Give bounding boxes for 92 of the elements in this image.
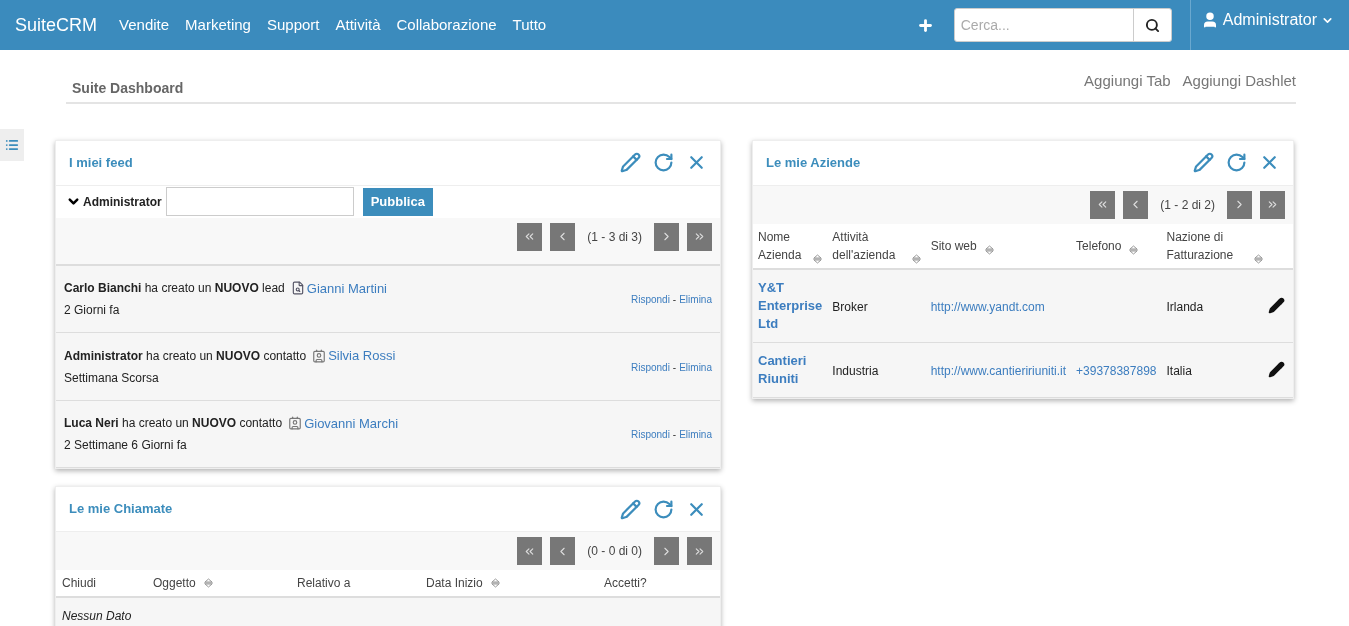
sort-icon[interactable]: [1254, 253, 1263, 264]
dashlet-title: I miei feed: [69, 153, 133, 172]
nav-menu-item[interactable]: Attività: [335, 13, 381, 37]
record-link[interactable]: Silvia Rossi: [328, 346, 396, 366]
sidebar-toggle-button[interactable]: [0, 129, 24, 161]
feed-time: Settimana Scorsa: [64, 369, 160, 387]
sort-icon[interactable]: [813, 253, 823, 264]
column-header[interactable]: Accetti?: [604, 574, 647, 592]
phone-link[interactable]: +39378387898: [1076, 363, 1157, 378]
nav-menu-item[interactable]: Vendite: [119, 13, 170, 37]
website-link[interactable]: http://www.yandt.com: [930, 299, 1045, 314]
table-cell: Broker: [832, 299, 868, 314]
search-input[interactable]: Cerca...: [954, 9, 1133, 41]
dashboard-action-link[interactable]: Aggiungi Dashlet: [1182, 70, 1296, 93]
reply-link[interactable]: Rispondi: [630, 359, 670, 375]
refresh-icon[interactable]: [653, 152, 674, 173]
column-header[interactable]: Chiudi: [62, 574, 97, 592]
previous-page-button[interactable]: [550, 537, 576, 565]
feed-entry-text: Administrator ha creato un NUOVO contatto: [64, 347, 307, 365]
refresh-icon[interactable]: [1226, 152, 1247, 173]
double-chevron-right-icon: [693, 230, 706, 243]
refresh-icon[interactable]: [653, 498, 674, 520]
reply-link[interactable]: Rispondi: [630, 427, 670, 442]
create-icon[interactable]: [916, 16, 934, 34]
pagination-count: (1 - 3 di 3): [586, 228, 643, 246]
dashboard-action-link[interactable]: Aggiungi Tab: [1084, 70, 1171, 93]
sort-icon[interactable]: [490, 578, 500, 588]
record-link[interactable]: Giovanni Marchi: [304, 413, 399, 433]
last-page-button[interactable]: [687, 537, 712, 565]
empty-message: Nessun Dato: [62, 608, 132, 625]
first-page-button[interactable]: [517, 537, 543, 565]
first-page-button[interactable]: [1090, 190, 1116, 219]
record-link[interactable]: Gianni Martini: [306, 278, 387, 298]
column-header[interactable]: Nazione di Fatturazione: [1166, 227, 1246, 264]
last-page-button[interactable]: [1260, 190, 1285, 219]
sort-icon[interactable]: [1129, 244, 1139, 255]
feed-time: 2 Giorni fa: [64, 302, 121, 319]
next-page-button[interactable]: [654, 222, 679, 251]
double-chevron-right-icon: [1266, 198, 1279, 211]
nav-menu-item[interactable]: Support: [266, 13, 320, 37]
column-header[interactable]: Nome Azienda: [758, 227, 806, 264]
link-separator: -: [672, 360, 677, 375]
pagination-count: (0 - 0 di 0): [586, 543, 643, 560]
last-page-button[interactable]: [687, 222, 712, 251]
column-header[interactable]: Telefono: [1076, 236, 1122, 255]
column-header[interactable]: Attività dell'azienda: [832, 227, 904, 264]
lead-icon: [290, 281, 305, 296]
search-field[interactable]: Cerca...: [953, 8, 1172, 42]
list-icon: [5, 138, 19, 152]
account-name-link[interactable]: Cantieri Riuniti: [758, 351, 823, 388]
nav-menu-item[interactable]: Marketing: [185, 13, 251, 37]
post-input-field[interactable]: [165, 187, 354, 216]
previous-page-button[interactable]: [550, 222, 576, 251]
account-name-link[interactable]: Y&T Enterprise Ltd: [758, 278, 823, 333]
dashboard-tab[interactable]: Suite Dashboard: [72, 77, 184, 99]
nav-menu-item[interactable]: Tutto: [512, 13, 547, 37]
link-separator: -: [672, 428, 677, 442]
previous-page-button[interactable]: [1123, 190, 1149, 219]
brand-logo[interactable]: SuiteCRM: [15, 11, 98, 39]
nav-menu-item[interactable]: Collaborazione: [396, 13, 497, 37]
edit-icon[interactable]: [1268, 297, 1285, 314]
reply-link[interactable]: Rispondi: [630, 292, 670, 307]
sort-icon[interactable]: [203, 578, 213, 588]
feed-entry-text: Luca Neri ha creato un NUOVO contatto: [64, 415, 283, 433]
poster-name: Administrator: [83, 193, 162, 211]
edit-icon[interactable]: [1268, 361, 1285, 378]
column-header[interactable]: Relativo a: [297, 574, 351, 592]
dashlet-title: Le mie Aziende: [766, 153, 861, 172]
publish-button[interactable]: Pubblica: [362, 187, 433, 216]
column-header[interactable]: Data Inizio: [426, 574, 483, 592]
first-page-button[interactable]: [517, 222, 543, 251]
sort-icon[interactable]: [911, 253, 921, 264]
pagination-count: (1 - 2 di 2): [1159, 196, 1216, 214]
table-cell: Industria: [832, 363, 879, 378]
link-separator: -: [672, 293, 677, 307]
column-header[interactable]: Oggetto: [153, 574, 196, 592]
dashlet-title: Le mie Chiamate: [69, 500, 173, 519]
table-cell: Irlanda: [1166, 299, 1204, 314]
search-icon: [1144, 17, 1160, 33]
delete-link[interactable]: Elimina: [679, 427, 712, 442]
table-cell: Italia: [1166, 363, 1192, 378]
next-page-button[interactable]: [1227, 190, 1252, 219]
sort-icon[interactable]: [984, 244, 994, 255]
feed-entry-text: Carlo Bianchi ha creato un NUOVO lead: [64, 280, 285, 298]
user-menu-button[interactable]: Administrator: [1200, 8, 1334, 32]
feed-time: 2 Settimane 6 Giorni fa: [64, 437, 188, 454]
column-header[interactable]: Sito web: [930, 236, 977, 255]
website-link[interactable]: http://www.cantieririuniti.it: [930, 363, 1067, 378]
contact-card-icon: [288, 416, 303, 431]
delete-link[interactable]: Elimina: [679, 359, 712, 375]
contact-card-icon: [312, 348, 327, 363]
delete-link[interactable]: Elimina: [679, 292, 712, 307]
